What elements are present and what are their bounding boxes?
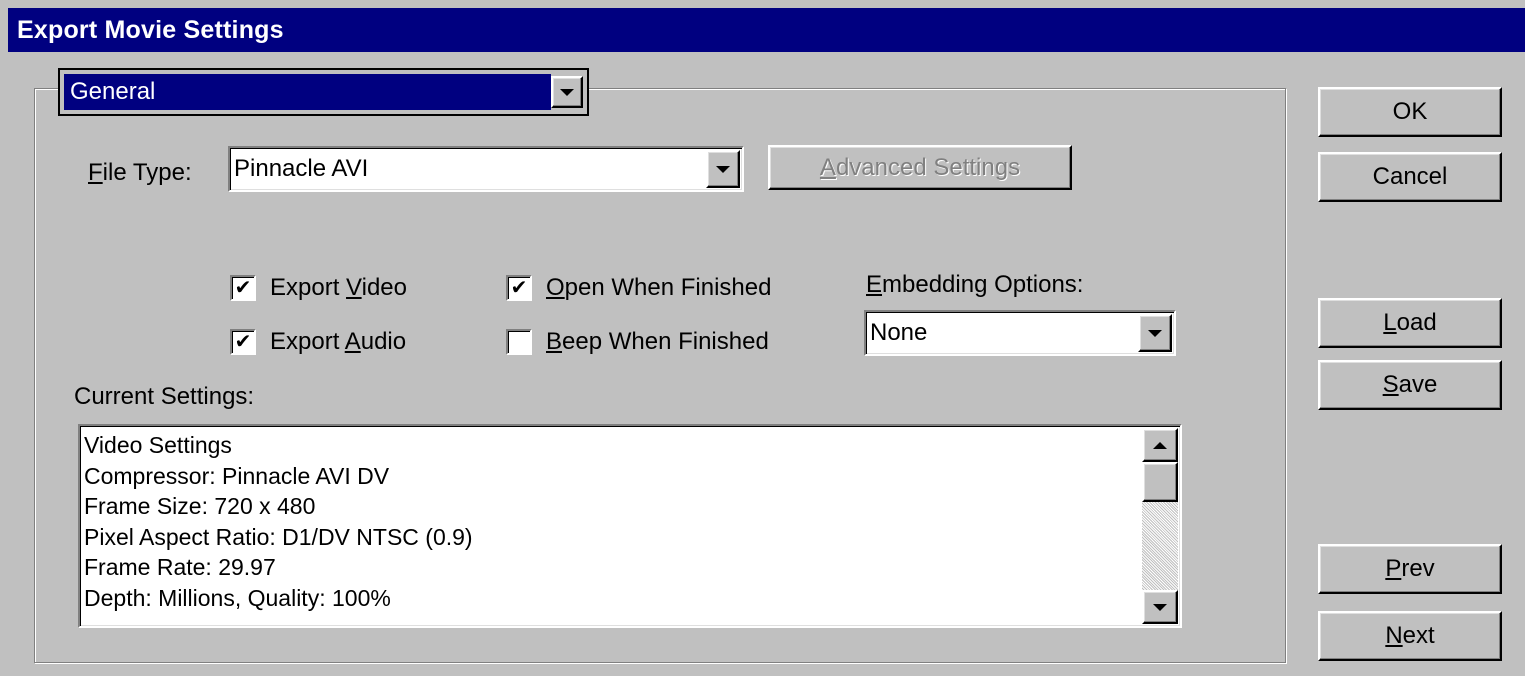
file-type-dropdown-button[interactable] bbox=[706, 150, 740, 188]
current-settings-label: Current Settings: bbox=[74, 383, 255, 410]
scroll-up-button[interactable] bbox=[1142, 428, 1178, 462]
window-title: Export Movie Settings bbox=[17, 16, 284, 44]
next-button[interactable]: Next bbox=[1318, 611, 1502, 661]
panel-select-value: General bbox=[70, 78, 156, 105]
current-settings-box[interactable]: Video Settings Compressor: Pinnacle AVI … bbox=[78, 424, 1182, 628]
beep-when-finished-checkbox[interactable]: Beep When Finished bbox=[506, 326, 769, 358]
export-audio-checkbox[interactable]: ✔ Export Audio bbox=[230, 326, 406, 358]
chevron-down-icon bbox=[716, 165, 730, 173]
checkmark-icon: ✔ bbox=[510, 277, 528, 299]
settings-line: Video Settings bbox=[84, 432, 232, 458]
settings-line: Compressor: Pinnacle AVI DV bbox=[84, 462, 390, 489]
chevron-down-icon bbox=[560, 88, 574, 96]
cancel-button[interactable]: Cancel bbox=[1318, 152, 1502, 202]
beep-when-finished-check[interactable] bbox=[506, 329, 532, 355]
settings-line: Pixel Aspect Ratio: D1/DV NTSC (0.9) bbox=[84, 523, 473, 550]
vertical-scrollbar[interactable] bbox=[1142, 428, 1178, 624]
panel-select[interactable]: General bbox=[58, 68, 589, 116]
embedding-options-dropdown-button[interactable] bbox=[1138, 314, 1172, 352]
ok-button[interactable]: OK bbox=[1318, 87, 1502, 137]
open-when-finished-label: Open When Finished bbox=[546, 274, 772, 301]
file-type-select[interactable]: Pinnacle AVI bbox=[228, 146, 744, 192]
window-title-bar[interactable]: Export Movie Settings bbox=[8, 8, 1525, 52]
load-button[interactable]: Load bbox=[1318, 298, 1502, 348]
arrow-up-icon bbox=[1153, 441, 1167, 449]
current-settings-text: Video Settings Compressor: Pinnacle AVI … bbox=[80, 426, 1180, 613]
export-audio-label: Export Audio bbox=[270, 328, 407, 355]
file-type-label: File Type: bbox=[88, 159, 192, 186]
file-type-value: Pinnacle AVI bbox=[234, 155, 369, 182]
save-button[interactable]: Save bbox=[1318, 360, 1502, 410]
export-audio-check[interactable]: ✔ bbox=[230, 329, 256, 355]
embedding-options-label: Embedding Options: bbox=[866, 271, 1084, 298]
embedding-options-value: None bbox=[870, 319, 928, 346]
settings-line: Frame Rate: 29.97 bbox=[84, 554, 276, 580]
checkmark-icon: ✔ bbox=[234, 331, 252, 353]
chevron-down-icon bbox=[1148, 329, 1162, 337]
scroll-thumb[interactable] bbox=[1142, 462, 1178, 502]
export-video-check[interactable]: ✔ bbox=[230, 275, 256, 301]
open-when-finished-checkbox[interactable]: ✔ Open When Finished bbox=[506, 272, 771, 304]
panel-select-dropdown-button[interactable] bbox=[551, 76, 583, 108]
checkmark-icon: ✔ bbox=[234, 277, 252, 299]
settings-line: Depth: Millions, Quality: 100% bbox=[84, 584, 391, 611]
embedding-options-select[interactable]: None bbox=[864, 310, 1176, 356]
scroll-down-button[interactable] bbox=[1142, 590, 1178, 624]
export-video-checkbox[interactable]: ✔ Export Video bbox=[230, 272, 407, 304]
beep-when-finished-label: Beep When Finished bbox=[546, 328, 769, 355]
export-video-label: Export Video bbox=[270, 274, 407, 301]
open-when-finished-check[interactable]: ✔ bbox=[506, 275, 532, 301]
advanced-settings-button[interactable]: Advanced Settings bbox=[768, 145, 1072, 190]
prev-button[interactable]: Prev bbox=[1318, 544, 1502, 594]
arrow-down-icon bbox=[1153, 603, 1167, 611]
settings-line: Frame Size: 720 x 480 bbox=[84, 493, 316, 519]
